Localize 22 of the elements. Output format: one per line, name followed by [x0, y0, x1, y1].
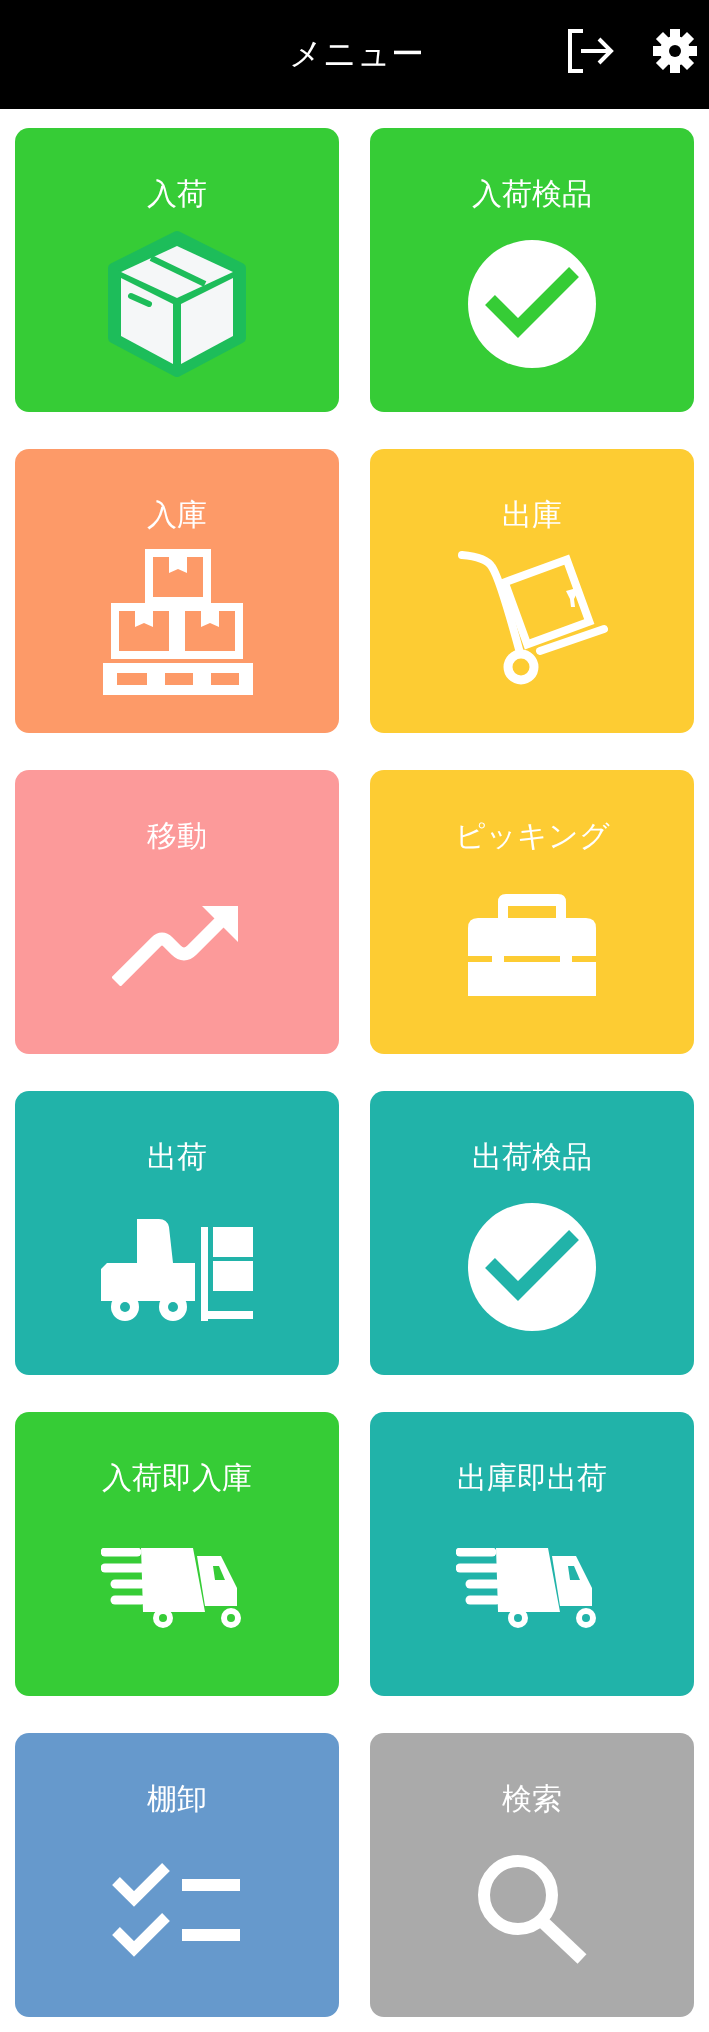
logout-icon [567, 29, 615, 73]
menu-tile[interactable]: 棚卸 [15, 1733, 339, 2017]
checkmark-circle-icon [468, 240, 596, 368]
page-title: メニュー [288, 33, 424, 75]
menu-tile[interactable]: ピッキング [370, 770, 694, 1054]
settings-icon [653, 28, 697, 74]
menu-tile[interactable]: 入庫 [15, 449, 339, 733]
menu-tile[interactable]: 入荷 [15, 128, 339, 412]
menu-tile[interactable]: 出荷検品 [370, 1091, 694, 1375]
menu-tile[interactable]: 出荷 [15, 1091, 339, 1375]
menu-tile[interactable]: 入荷検品 [370, 128, 694, 412]
checkmark-circle-icon [468, 1203, 596, 1331]
settings-button[interactable] [653, 28, 697, 74]
checklist-icon [112, 1861, 242, 1957]
toolbox-icon [468, 894, 596, 998]
menu-tile[interactable]: 出庫 [370, 449, 694, 733]
search-icon [476, 1853, 588, 1965]
menu-tile[interactable]: 移動 [15, 770, 339, 1054]
logout-button[interactable] [567, 29, 615, 73]
menu-tile[interactable]: 入荷即入庫 [15, 1412, 339, 1696]
menu-tile[interactable]: 検索 [370, 1733, 694, 2017]
menu-tile[interactable]: 出庫即出荷 [370, 1412, 694, 1696]
